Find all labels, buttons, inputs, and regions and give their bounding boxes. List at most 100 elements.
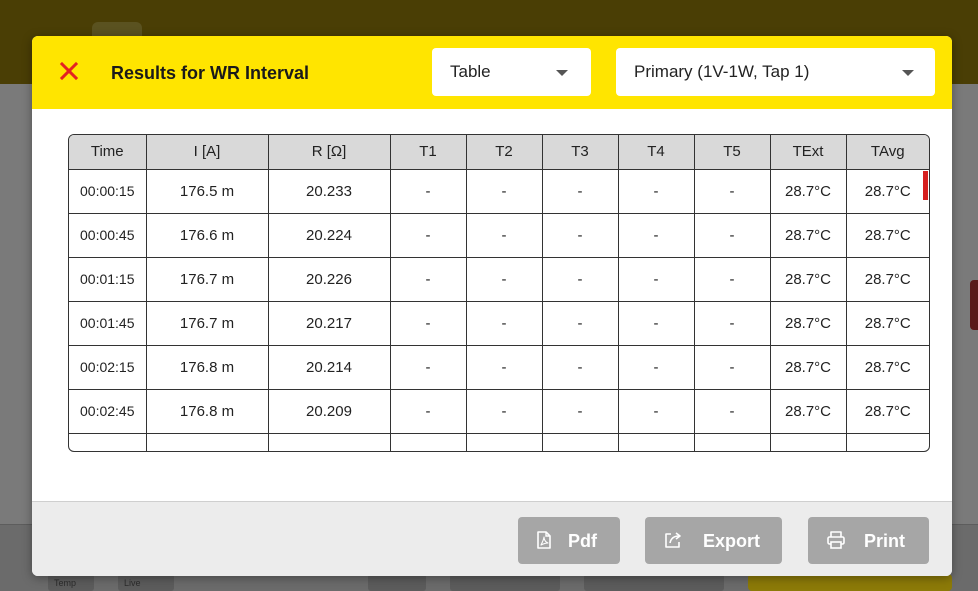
table-cell: - xyxy=(618,301,695,346)
table-cell: - xyxy=(466,213,543,258)
column-header[interactable]: I [A] xyxy=(146,135,269,170)
chevron-down-icon xyxy=(902,70,914,76)
background-chip-temp: Temp xyxy=(48,574,94,591)
table-cell: 20.233 xyxy=(268,169,391,214)
table-cell: 00:01:45 xyxy=(69,301,147,346)
winding-select[interactable]: Primary (1V-1W, Tap 1) xyxy=(616,48,935,96)
table-cell: 20.214 xyxy=(268,345,391,390)
pdf-button-label: Pdf xyxy=(568,531,597,551)
table-cell: - xyxy=(466,169,543,214)
table-cell: - xyxy=(466,301,543,346)
export-button[interactable]: Export xyxy=(645,517,782,564)
table-cell: 20.209 xyxy=(268,389,391,434)
table-row: 00:00:45 176.6 m 20.224 - - - - - 28.7°C… xyxy=(69,213,929,258)
table-cell: 176.8 m xyxy=(146,345,269,390)
table-cell: - xyxy=(694,257,771,302)
table-cell: 28.7°C xyxy=(770,213,847,258)
table-cell: 176.8 m xyxy=(146,389,269,434)
results-table-container[interactable]: Time I [A] R [Ω] T1 T2 T3 T4 T5 TExt TAv… xyxy=(68,134,930,452)
table-cell: - xyxy=(390,257,467,302)
table-header-row: Time I [A] R [Ω] T1 T2 T3 T4 T5 TExt TAv… xyxy=(69,135,929,170)
results-dialog: Results for WR Interval Table Primary (1… xyxy=(32,36,952,576)
table-cell: 176.5 m xyxy=(146,169,269,214)
pdf-file-icon xyxy=(537,531,551,549)
table-cell: 28.7°C xyxy=(846,169,929,214)
table-cell: - xyxy=(618,345,695,390)
table-cell: - xyxy=(694,169,771,214)
column-header[interactable]: T2 xyxy=(466,135,543,170)
column-header[interactable]: R [Ω] xyxy=(268,135,391,170)
table-cell: - xyxy=(542,389,619,434)
column-header[interactable]: TExt xyxy=(770,135,847,170)
table-cell: - xyxy=(466,389,543,434)
table-cell: - xyxy=(618,169,695,214)
print-button[interactable]: Print xyxy=(808,517,929,564)
table-cell: 00:02:15 xyxy=(69,345,147,390)
table-cell: - xyxy=(694,301,771,346)
printer-icon xyxy=(827,531,845,549)
table-cell: 20.224 xyxy=(268,213,391,258)
dialog-title: Results for WR Interval xyxy=(111,63,310,83)
background-button xyxy=(368,574,426,591)
table-cell: 28.7°C xyxy=(770,301,847,346)
chevron-down-icon xyxy=(556,70,568,76)
table-cell: 00:01:15 xyxy=(69,257,147,302)
dialog-footer: Pdf Export Print xyxy=(32,501,952,576)
close-icon xyxy=(59,61,79,81)
table-row: 00:01:15 176.7 m 20.226 - - - - - 28.7°C… xyxy=(69,257,929,302)
table-cell: - xyxy=(390,169,467,214)
close-button[interactable] xyxy=(56,58,82,84)
table-cell: - xyxy=(466,345,543,390)
table-cell: 176.7 m xyxy=(146,301,269,346)
table-cell: 00:00:15 xyxy=(69,169,147,214)
table-row: 00:00:15 176.5 m 20.233 - - - - - 28.7°C… xyxy=(69,169,929,214)
table-cell: 28.7°C xyxy=(770,389,847,434)
table-cell: 20.217 xyxy=(268,301,391,346)
table-cell: 20.226 xyxy=(268,257,391,302)
column-header[interactable]: T3 xyxy=(542,135,619,170)
background-button xyxy=(450,574,560,591)
table-cell: 28.7°C xyxy=(770,257,847,302)
table-cell: 28.7°C xyxy=(846,257,929,302)
column-header[interactable]: TAvg xyxy=(846,135,929,170)
table-cell: 176.6 m xyxy=(146,213,269,258)
view-mode-value: Table xyxy=(450,62,491,81)
table-cell: - xyxy=(466,257,543,302)
view-mode-select[interactable]: Table xyxy=(432,48,591,96)
table-cell: - xyxy=(542,169,619,214)
table-cell: - xyxy=(618,213,695,258)
table-cell: 28.7°C xyxy=(846,389,929,434)
table-row: 00:02:45 176.8 m 20.209 - - - - - 28.7°C… xyxy=(69,389,929,434)
table-cell: 28.7°C xyxy=(770,345,847,390)
table-cell: - xyxy=(542,301,619,346)
column-header[interactable]: T4 xyxy=(618,135,695,170)
table-cell: 00:00:45 xyxy=(69,213,147,258)
background-button xyxy=(584,574,724,591)
table-row-partial xyxy=(69,433,929,451)
table-cell: - xyxy=(390,389,467,434)
table-cell: 28.7°C xyxy=(846,213,929,258)
background-chip-live: Live xyxy=(118,574,174,591)
table-cell: - xyxy=(542,213,619,258)
export-button-label: Export xyxy=(703,531,761,551)
column-header[interactable]: Time xyxy=(69,135,147,170)
results-table: Time I [A] R [Ω] T1 T2 T3 T4 T5 TExt TAv… xyxy=(69,135,929,451)
table-cell: - xyxy=(618,257,695,302)
table-cell: - xyxy=(390,345,467,390)
table-cell: - xyxy=(694,213,771,258)
table-cell: 28.7°C xyxy=(846,345,929,390)
background-primary-button xyxy=(748,574,952,591)
table-cell: - xyxy=(694,389,771,434)
table-cell: - xyxy=(618,389,695,434)
pdf-button[interactable]: Pdf xyxy=(518,517,620,564)
column-header[interactable]: T5 xyxy=(694,135,771,170)
table-cell: - xyxy=(694,345,771,390)
table-cell: 28.7°C xyxy=(770,169,847,214)
background-side-handle xyxy=(970,280,978,330)
table-cell: 28.7°C xyxy=(846,301,929,346)
table-row: 00:01:45 176.7 m 20.217 - - - - - 28.7°C… xyxy=(69,301,929,346)
scroll-indicator[interactable] xyxy=(923,171,928,200)
column-header[interactable]: T1 xyxy=(390,135,467,170)
dialog-header: Results for WR Interval Table Primary (1… xyxy=(32,36,952,109)
export-icon xyxy=(665,532,681,548)
